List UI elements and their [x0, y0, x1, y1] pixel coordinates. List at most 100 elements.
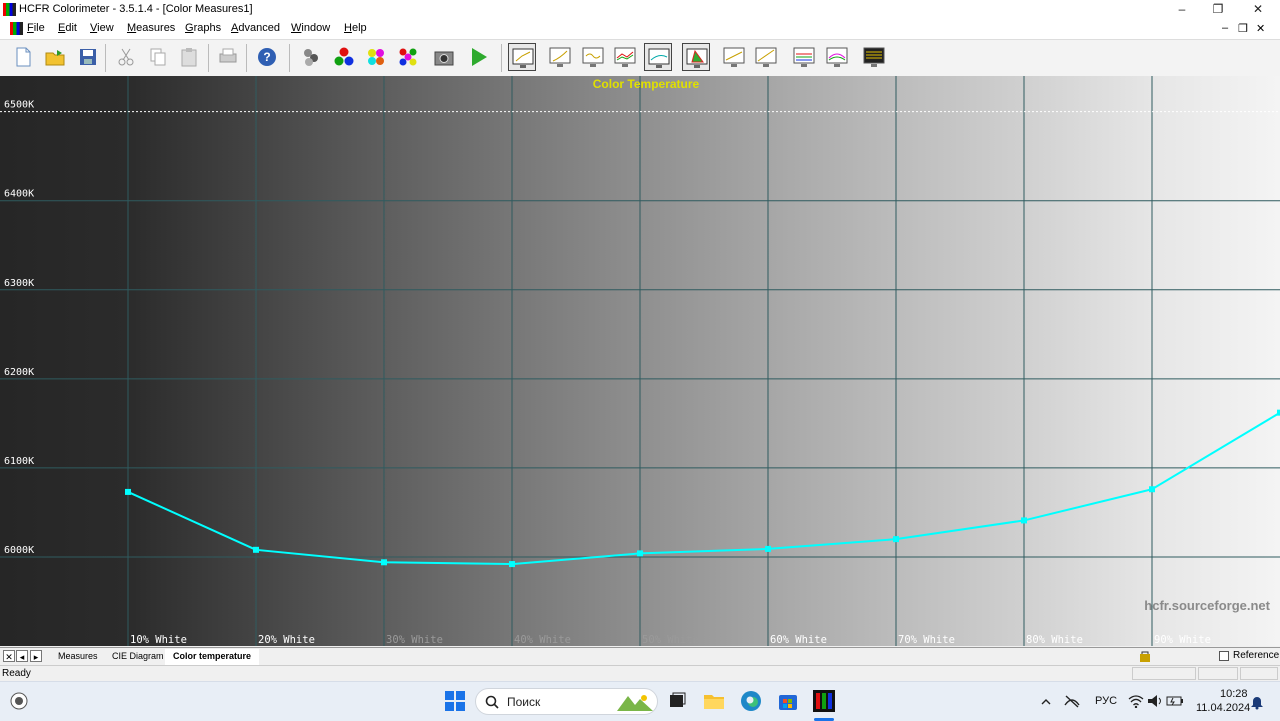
- measure-primaries-button[interactable]: [330, 43, 358, 71]
- reference-checkbox[interactable]: [1219, 651, 1229, 661]
- measure-secondaries-button[interactable]: [362, 43, 390, 71]
- data-point: [381, 559, 387, 566]
- view-rgb-button[interactable]: [579, 43, 607, 71]
- monitor-chart-icon: [512, 48, 534, 68]
- save-button[interactable]: [74, 43, 102, 71]
- scissors-icon: [118, 48, 134, 66]
- menu-view[interactable]: View: [90, 22, 114, 34]
- task-view-icon[interactable]: [666, 690, 688, 712]
- store-icon[interactable]: [777, 690, 799, 712]
- clipboard-icon: [181, 48, 197, 67]
- clock-date[interactable]: 11.04.2024: [1196, 702, 1250, 714]
- network-off-icon[interactable]: [1063, 693, 1081, 709]
- document-icon[interactable]: [10, 22, 23, 35]
- continuous-measure-button[interactable]: [465, 43, 493, 71]
- volume-icon[interactable]: [1147, 694, 1163, 708]
- open-folder-icon: [45, 50, 65, 66]
- language-indicator[interactable]: РУС: [1095, 695, 1117, 707]
- edge-icon[interactable]: [740, 690, 762, 712]
- measure-gray-button[interactable]: [297, 43, 325, 71]
- menu-graphs[interactable]: Graphs: [185, 22, 221, 34]
- wifi-icon[interactable]: [1128, 694, 1144, 708]
- view-luminance-button[interactable]: [508, 43, 536, 71]
- chevron-up-icon[interactable]: [1040, 696, 1052, 708]
- maximize-button[interactable]: ❐: [1200, 0, 1236, 19]
- view-color-temperature-button[interactable]: [644, 43, 672, 71]
- menu-measures[interactable]: Measures: [127, 22, 175, 34]
- multi-color-balls-icon: [399, 48, 417, 66]
- help-button[interactable]: ?: [253, 43, 281, 71]
- x-category-label: 10% White: [130, 634, 187, 646]
- mdi-close-button[interactable]: ✕: [1256, 22, 1265, 35]
- x-category-label: 70% White: [898, 634, 955, 646]
- data-point: [893, 536, 899, 543]
- tab-prev-button[interactable]: ◂: [16, 650, 28, 662]
- mdi-minimize-button[interactable]: –: [1222, 22, 1228, 34]
- monitor-deltae-icon: [723, 47, 745, 67]
- view-sat-levels-button[interactable]: [823, 43, 851, 71]
- x-category-label: 90% White: [1154, 634, 1211, 646]
- tab-cie-diagram[interactable]: CIE Diagram: [104, 649, 172, 664]
- title-bar: HCFR Colorimeter - 3.5.1.4 - [Color Meas…: [0, 0, 1280, 19]
- start-icon[interactable]: [444, 690, 466, 712]
- clock-time[interactable]: 10:28: [1220, 688, 1248, 700]
- menu-help[interactable]: Help: [344, 22, 367, 34]
- menu-edit[interactable]: Edit: [58, 22, 77, 34]
- data-point: [253, 546, 259, 553]
- toolbar: ?: [0, 39, 1280, 77]
- search-placeholder: Поиск: [507, 695, 541, 709]
- taskbar: Поиск РУС 10:28 11.04.2024: [0, 681, 1280, 721]
- menu-file[interactable]: File: [27, 22, 45, 34]
- measure-all-button[interactable]: [394, 43, 422, 71]
- landscape-icon: [617, 695, 653, 711]
- monitor-wave-icon: [582, 47, 604, 67]
- y-tick-label: 6100K: [4, 456, 34, 467]
- view-rgb-levels-button[interactable]: [611, 43, 639, 71]
- view-measures-button[interactable]: [860, 43, 888, 71]
- tab-close-button[interactable]: ✕: [3, 650, 15, 662]
- print-button[interactable]: [214, 43, 242, 71]
- window-title: HCFR Colorimeter - 3.5.1.4 - [Color Meas…: [19, 3, 253, 15]
- data-point: [1021, 517, 1027, 524]
- x-category-label: 80% White: [1026, 634, 1083, 646]
- svg-text:?: ?: [263, 50, 270, 64]
- menu-advanced[interactable]: Advanced: [231, 22, 280, 34]
- view-sat-rgb-button[interactable]: [790, 43, 818, 71]
- paste-button[interactable]: [175, 43, 203, 71]
- close-button[interactable]: ✕: [1240, 0, 1276, 19]
- new-document-button[interactable]: [9, 43, 37, 71]
- copy-button[interactable]: [144, 43, 172, 71]
- cut-button[interactable]: [112, 43, 140, 71]
- taskbar-search[interactable]: Поиск: [475, 688, 658, 715]
- open-button[interactable]: [41, 43, 69, 71]
- view-cie-button[interactable]: [682, 43, 710, 71]
- camera-button[interactable]: [430, 43, 458, 71]
- view-gamma-button[interactable]: [546, 43, 574, 71]
- battery-icon[interactable]: [1166, 694, 1184, 708]
- mdi-restore-button[interactable]: ❐: [1238, 22, 1248, 35]
- tab-color-temperature[interactable]: Color temperature: [165, 649, 260, 666]
- x-category-label: 20% White: [258, 634, 315, 646]
- chart-title: Color Temperature: [593, 77, 700, 91]
- view-deltae-button[interactable]: [720, 43, 748, 71]
- file-explorer-icon[interactable]: [703, 690, 725, 712]
- widgets-icon[interactable]: [8, 690, 30, 712]
- y-tick-label: 6000K: [4, 545, 34, 556]
- save-disk-icon: [80, 49, 96, 65]
- notification-bell-icon[interactable]: [1250, 694, 1264, 710]
- x-category-label: 40% White: [514, 634, 571, 646]
- y-tick-label: 6200K: [4, 367, 34, 378]
- lock-icon[interactable]: [1139, 650, 1151, 662]
- app-logo-icon: [3, 3, 16, 16]
- tab-measures[interactable]: Measures: [50, 649, 106, 664]
- menu-window[interactable]: Window: [291, 22, 330, 34]
- y-tick-label: 6400K: [4, 189, 34, 200]
- monitor-temp-icon: [648, 48, 670, 68]
- search-icon: [485, 695, 499, 709]
- minimize-button[interactable]: –: [1164, 0, 1200, 19]
- view-saturation-button[interactable]: [752, 43, 780, 71]
- help-icon: ?: [258, 48, 276, 66]
- tab-next-button[interactable]: ▸: [30, 650, 42, 662]
- hcfr-app-icon[interactable]: [813, 690, 835, 712]
- new-document-icon: [16, 47, 31, 67]
